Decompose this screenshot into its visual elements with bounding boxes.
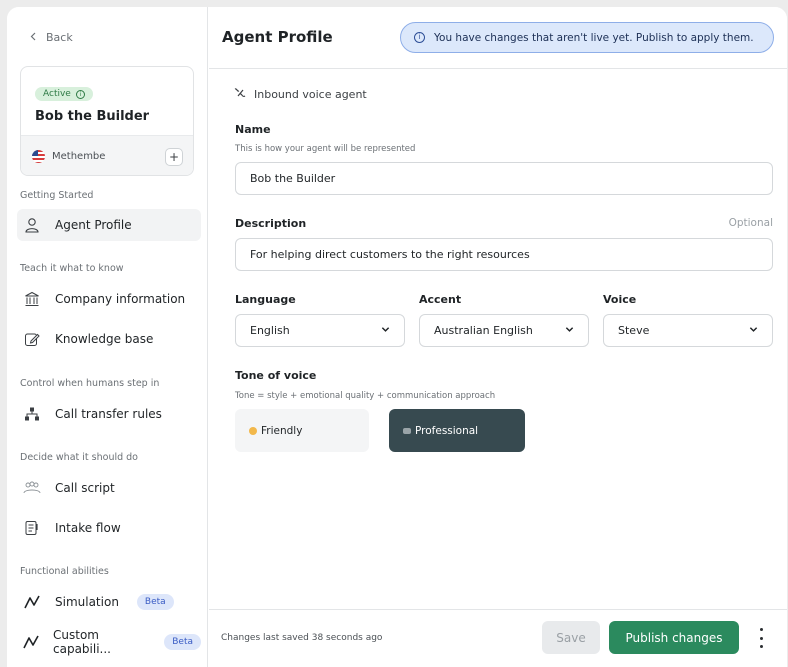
- status-badge: Active i: [35, 87, 93, 101]
- hierarchy-icon: [23, 405, 41, 423]
- edit-note-icon: [23, 330, 41, 348]
- app-window: Back Active i Bob the Builder Methembe +: [7, 7, 787, 667]
- page-header: Agent Profile i You have changes that ar…: [209, 7, 787, 69]
- trend-line-icon: [23, 593, 41, 611]
- location-label: Methembe: [52, 151, 106, 162]
- agent-type-label: Inbound voice agent: [254, 88, 367, 101]
- chevron-left-icon: [30, 31, 36, 44]
- page-title: Agent Profile: [222, 28, 333, 46]
- sidebar-item-custom-capabilities[interactable]: Custom capabili... Beta: [17, 626, 201, 658]
- last-saved-text: Changes last saved 38 seconds ago: [221, 633, 383, 643]
- save-button[interactable]: Save: [542, 621, 600, 654]
- agent-type: Inbound voice agent: [234, 87, 367, 102]
- footer-bar: Changes last saved 38 seconds ago Save P…: [209, 609, 787, 667]
- section-decide: Decide what it should do: [20, 452, 138, 463]
- accent-select-value: Australian English: [434, 324, 533, 337]
- sidebar-item-label: Call transfer rules: [55, 407, 162, 421]
- sidebar-item-label: Intake flow: [55, 521, 121, 535]
- back-button[interactable]: Back: [30, 31, 73, 44]
- chevron-down-icon: [749, 324, 758, 337]
- beta-badge: Beta: [136, 594, 174, 610]
- section-getting-started: Getting Started: [20, 190, 94, 201]
- tone-label: Tone of voice: [235, 369, 317, 382]
- name-help: This is how your agent will be represent…: [235, 144, 416, 154]
- trend-line-icon: [23, 633, 39, 651]
- building-icon: [23, 290, 41, 308]
- unpublished-changes-banner: i You have changes that aren't live yet.…: [400, 22, 774, 53]
- language-label: Language: [235, 293, 296, 306]
- optional-label: Optional: [728, 217, 773, 229]
- voice-label: Voice: [603, 293, 637, 306]
- info-icon: i: [75, 89, 85, 99]
- more-options-icon[interactable]: [755, 628, 767, 648]
- tone-option-label: Friendly: [261, 424, 303, 437]
- sidebar-item-label: Agent Profile: [55, 218, 132, 232]
- tone-option-label: Professional: [415, 424, 479, 437]
- sidebar-item-agent-profile[interactable]: Agent Profile: [17, 209, 201, 241]
- us-flag-icon: [32, 150, 45, 163]
- briefcase-emoji-icon: [403, 427, 411, 434]
- add-location-button[interactable]: +: [165, 147, 183, 166]
- status-badge-label: Active: [43, 89, 71, 99]
- language-select[interactable]: English: [235, 314, 405, 347]
- description-input-value: For helping direct customers to the righ…: [250, 248, 530, 261]
- beta-badge: Beta: [164, 634, 201, 650]
- description-label: Description: [235, 217, 307, 230]
- chevron-down-icon: [381, 324, 390, 337]
- main-panel: Agent Profile i You have changes that ar…: [209, 7, 787, 667]
- voice-wave-icon: [234, 87, 247, 102]
- sidebar-item-label: Company information: [55, 292, 186, 306]
- name-label: Name: [235, 123, 271, 136]
- accent-select[interactable]: Australian English: [419, 314, 589, 347]
- back-label: Back: [46, 31, 73, 44]
- plus-icon: +: [168, 149, 180, 164]
- sidebar-item-company-information[interactable]: Company information: [17, 283, 201, 315]
- name-input[interactable]: Bob the Builder: [235, 162, 773, 195]
- agent-card: Active i Bob the Builder Methembe +: [20, 66, 194, 176]
- tone-option-friendly[interactable]: Friendly: [235, 409, 369, 452]
- sidebar-item-intake-flow[interactable]: Intake flow: [17, 512, 201, 544]
- sidebar-item-label: Call script: [55, 481, 115, 495]
- publish-changes-button[interactable]: Publish changes: [609, 621, 739, 654]
- voice-select-value: Steve: [618, 324, 650, 337]
- tone-option-professional[interactable]: Professional: [389, 409, 525, 452]
- sidebar-item-knowledge-base[interactable]: Knowledge base: [17, 323, 201, 355]
- sidebar-item-call-script[interactable]: Call script: [17, 472, 201, 504]
- people-icon: [23, 479, 41, 497]
- sidebar-item-call-transfer-rules[interactable]: Call transfer rules: [17, 398, 201, 430]
- agent-name: Bob the Builder: [35, 109, 150, 124]
- smile-emoji-icon: [249, 426, 257, 435]
- form-icon: [23, 519, 41, 537]
- section-functional: Functional abilities: [20, 566, 109, 577]
- sidebar-item-label: Simulation: [55, 595, 119, 609]
- voice-select[interactable]: Steve: [603, 314, 773, 347]
- banner-text: You have changes that aren't live yet. P…: [434, 31, 754, 44]
- sidebar-item-label: Custom capabili...: [53, 628, 111, 656]
- accent-label: Accent: [419, 293, 462, 306]
- name-input-value: Bob the Builder: [250, 172, 336, 185]
- sidebar-item-label: Knowledge base: [55, 332, 154, 346]
- description-input[interactable]: For helping direct customers to the righ…: [235, 238, 773, 271]
- info-icon: i: [414, 32, 425, 43]
- language-select-value: English: [250, 324, 290, 337]
- section-control: Control when humans step in: [20, 378, 160, 389]
- agent-location: Methembe: [32, 150, 105, 163]
- tone-help: Tone = style + emotional quality + commu…: [235, 391, 496, 401]
- section-teach: Teach it what to know: [20, 263, 124, 274]
- sidebar-item-simulation[interactable]: Simulation Beta: [17, 586, 201, 618]
- chevron-down-icon: [565, 324, 574, 337]
- user-icon: [23, 216, 41, 234]
- sidebar: Back Active i Bob the Builder Methembe +: [7, 7, 208, 667]
